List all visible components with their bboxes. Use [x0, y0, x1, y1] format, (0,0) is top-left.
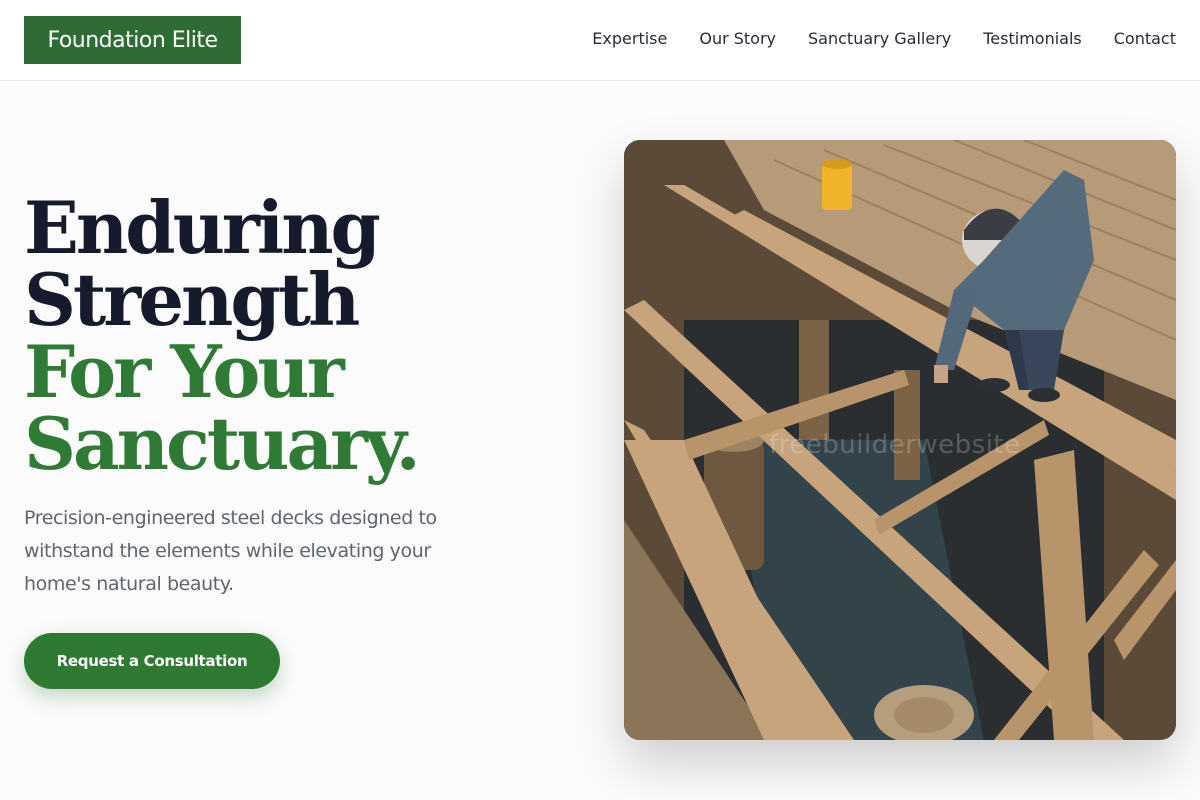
- hero-headline: Enduring Strength For Your Sanctuary.: [24, 192, 544, 480]
- hero-subtext: Precision-engineered steel decks designe…: [24, 507, 437, 595]
- nav-link-testimonials[interactable]: Testimonials: [983, 28, 1082, 50]
- headline-line-2: Strength: [24, 257, 360, 342]
- image-watermark: freebuilderwebsite: [769, 430, 1021, 460]
- headline-line-3: For Your: [24, 329, 345, 414]
- request-consultation-button[interactable]: Request a Consultation: [24, 633, 280, 689]
- hero-image: freebuilderwebsite: [624, 140, 1176, 740]
- brand-logo[interactable]: Foundation Elite: [24, 16, 241, 64]
- headline-line-1: Enduring: [24, 185, 381, 270]
- nav-link-our-story[interactable]: Our Story: [699, 28, 776, 50]
- nav-link-expertise[interactable]: Expertise: [592, 28, 667, 50]
- main-nav: Expertise Our Story Sanctuary Gallery Te…: [592, 28, 1176, 50]
- nav-link-contact[interactable]: Contact: [1114, 28, 1176, 50]
- site-header: Foundation Elite Expertise Our Story San…: [0, 0, 1200, 81]
- nav-link-sanctuary-gallery[interactable]: Sanctuary Gallery: [808, 28, 951, 50]
- headline-line-4: Sanctuary.: [24, 401, 421, 486]
